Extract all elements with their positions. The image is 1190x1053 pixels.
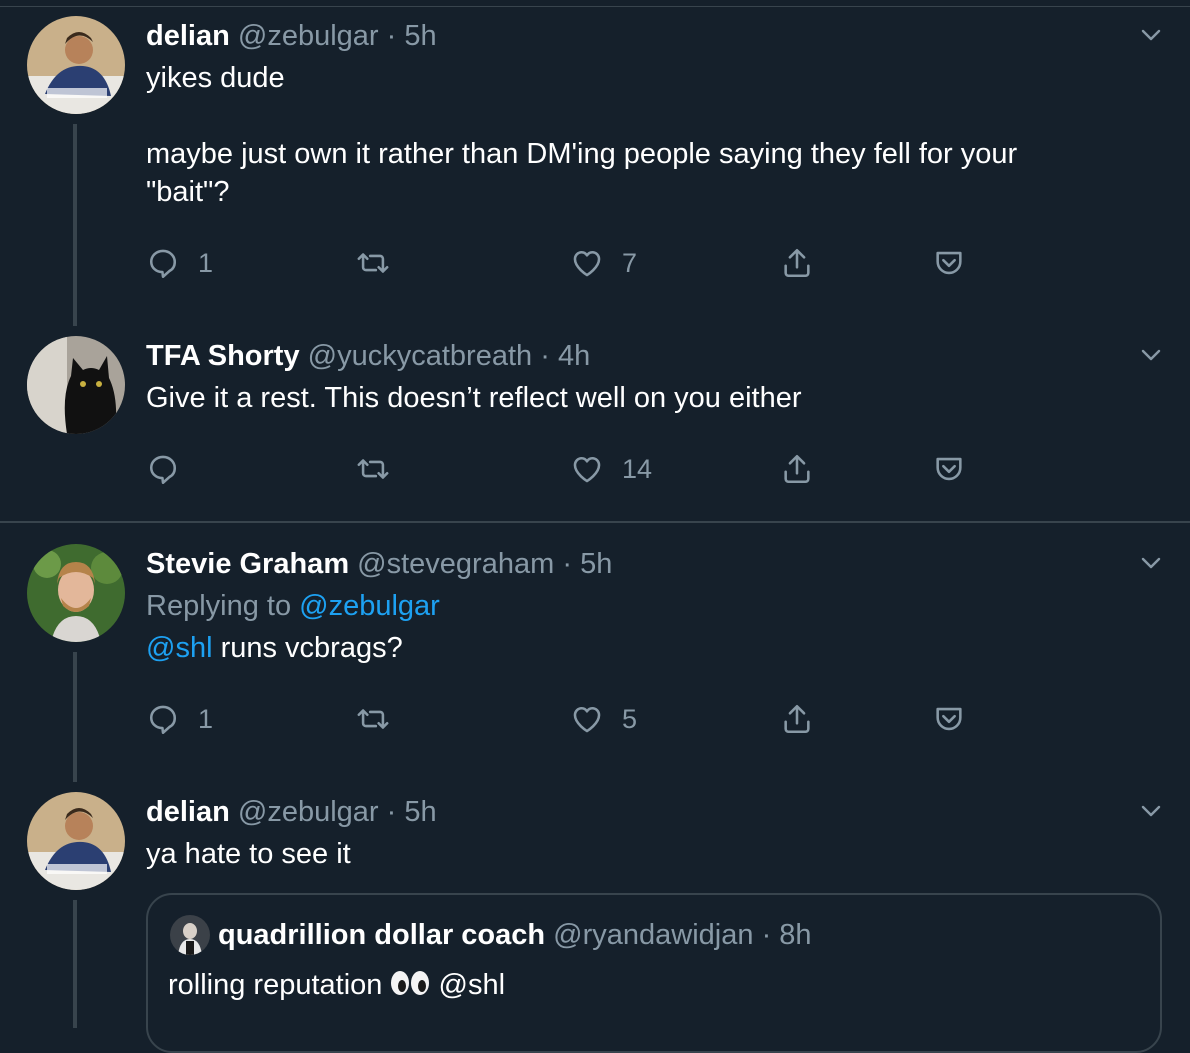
thread-divider bbox=[0, 521, 1190, 523]
tweet-header: delian @zebulgar · 5h bbox=[146, 18, 437, 54]
timestamp[interactable]: 5h bbox=[580, 548, 612, 580]
avatar[interactable] bbox=[27, 336, 125, 434]
heart-icon bbox=[573, 456, 601, 483]
retweet-button[interactable] bbox=[356, 449, 390, 489]
like-button[interactable]: 14 bbox=[570, 449, 652, 489]
quoted-avatar bbox=[170, 915, 210, 955]
chevron-down-icon[interactable] bbox=[1140, 24, 1162, 46]
pocket-button[interactable] bbox=[932, 449, 966, 489]
quoted-timestamp: 8h bbox=[779, 919, 812, 951]
quoted-header: quadrillion dollar coach @ryandawidjan ·… bbox=[218, 917, 812, 953]
chevron-down-icon[interactable] bbox=[1140, 552, 1162, 574]
thread-line bbox=[73, 652, 77, 782]
share-button[interactable] bbox=[780, 699, 814, 739]
tweet-text-line: yikes dude bbox=[146, 62, 285, 94]
timestamp[interactable]: 5h bbox=[404, 796, 436, 828]
tweet-header: TFA Shorty @yuckycatbreath · 4h bbox=[146, 338, 590, 374]
heart-icon bbox=[573, 250, 601, 277]
tweet-text: Give it a rest. This doesn’t reflect wel… bbox=[146, 382, 802, 414]
retweet-icon bbox=[357, 253, 389, 273]
avatar[interactable] bbox=[27, 792, 125, 890]
share-icon bbox=[784, 704, 810, 734]
reply-button[interactable]: 1 bbox=[146, 699, 213, 739]
quoted-display-name: quadrillion dollar coach bbox=[218, 919, 546, 951]
separator-dot: · bbox=[761, 919, 772, 951]
tweet-text: ya hate to see it bbox=[146, 838, 351, 870]
like-count: 7 bbox=[622, 247, 638, 278]
quoted-text-before: rolling reputation bbox=[168, 969, 391, 1001]
like-count: 14 bbox=[622, 453, 653, 484]
separator-dot: · bbox=[386, 20, 397, 52]
tweet-text-rest: runs vcbrags? bbox=[212, 632, 403, 664]
timestamp[interactable]: 5h bbox=[404, 20, 436, 52]
pocket-button[interactable] bbox=[932, 243, 966, 283]
timestamp[interactable]: 4h bbox=[558, 340, 590, 372]
replying-to-label: Replying to bbox=[146, 590, 300, 622]
eyes-emoji-icon bbox=[391, 971, 430, 996]
like-count: 5 bbox=[622, 703, 638, 734]
retweet-button[interactable] bbox=[356, 243, 390, 283]
mention-link[interactable]: @shl bbox=[146, 632, 213, 664]
separator-dot: · bbox=[386, 796, 397, 828]
quoted-handle: @ryandawidjan bbox=[553, 919, 754, 951]
handle[interactable]: @yuckycatbreath bbox=[308, 340, 532, 372]
like-button[interactable]: 5 bbox=[570, 699, 637, 739]
quoted-tweet[interactable]: quadrillion dollar coach @ryandawidjan ·… bbox=[146, 893, 1162, 1053]
reply-button[interactable]: 1 bbox=[146, 243, 213, 283]
tweet-actions: 1 5 bbox=[146, 699, 996, 739]
separator-dot: · bbox=[562, 548, 572, 580]
tweet-header: Stevie Graham @stevegraham · 5h bbox=[146, 546, 612, 582]
share-icon bbox=[784, 248, 810, 278]
reply-icon bbox=[149, 705, 177, 735]
tweet-actions: 1 7 bbox=[146, 243, 996, 283]
tweet-text: @shl runs vcbrags? bbox=[146, 629, 1106, 667]
retweet-button[interactable] bbox=[356, 699, 390, 739]
handle[interactable]: @zebulgar bbox=[238, 796, 379, 828]
reply-count: 1 bbox=[198, 703, 214, 734]
tweet-header: delian @zebulgar · 5h bbox=[146, 794, 437, 830]
reply-button[interactable] bbox=[146, 449, 198, 489]
retweet-icon bbox=[357, 709, 389, 729]
chevron-down-icon[interactable] bbox=[1140, 800, 1162, 822]
chevron-down-icon[interactable] bbox=[1140, 344, 1162, 366]
pocket-icon bbox=[936, 457, 962, 481]
tweet-actions: 14 bbox=[146, 449, 996, 489]
replying-to-link[interactable]: @zebulgar bbox=[299, 590, 440, 622]
pocket-icon bbox=[936, 707, 962, 731]
avatar[interactable] bbox=[27, 544, 125, 642]
like-button[interactable]: 7 bbox=[570, 243, 637, 283]
replying-to: Replying to @zebulgar bbox=[146, 587, 1106, 625]
display-name[interactable]: delian bbox=[146, 796, 230, 828]
thread-line bbox=[73, 124, 77, 326]
display-name[interactable]: TFA Shorty bbox=[146, 340, 300, 372]
top-border bbox=[0, 0, 1190, 7]
share-icon bbox=[784, 454, 810, 484]
handle[interactable]: @zebulgar bbox=[238, 20, 379, 52]
share-button[interactable] bbox=[780, 243, 814, 283]
retweet-icon bbox=[357, 459, 389, 479]
pocket-icon bbox=[936, 251, 962, 275]
quoted-text-after: @shl bbox=[430, 969, 506, 1001]
separator-dot: · bbox=[540, 340, 550, 372]
quoted-text: rolling reputation @shl bbox=[168, 967, 505, 1003]
reply-count: 1 bbox=[198, 247, 214, 278]
reply-icon bbox=[149, 249, 177, 279]
reply-icon bbox=[149, 455, 177, 485]
pocket-button[interactable] bbox=[932, 699, 966, 739]
heart-icon bbox=[573, 706, 601, 733]
display-name[interactable]: delian bbox=[146, 20, 230, 52]
avatar[interactable] bbox=[27, 16, 125, 114]
thread-line bbox=[73, 900, 77, 1028]
tweet-text-line: maybe just own it rather than DM'ing peo… bbox=[146, 138, 1018, 170]
display-name[interactable]: Stevie Graham bbox=[146, 548, 349, 580]
tweet-text-line: "bait"? bbox=[146, 176, 230, 208]
share-button[interactable] bbox=[780, 449, 814, 489]
handle[interactable]: @stevegraham bbox=[357, 548, 554, 580]
